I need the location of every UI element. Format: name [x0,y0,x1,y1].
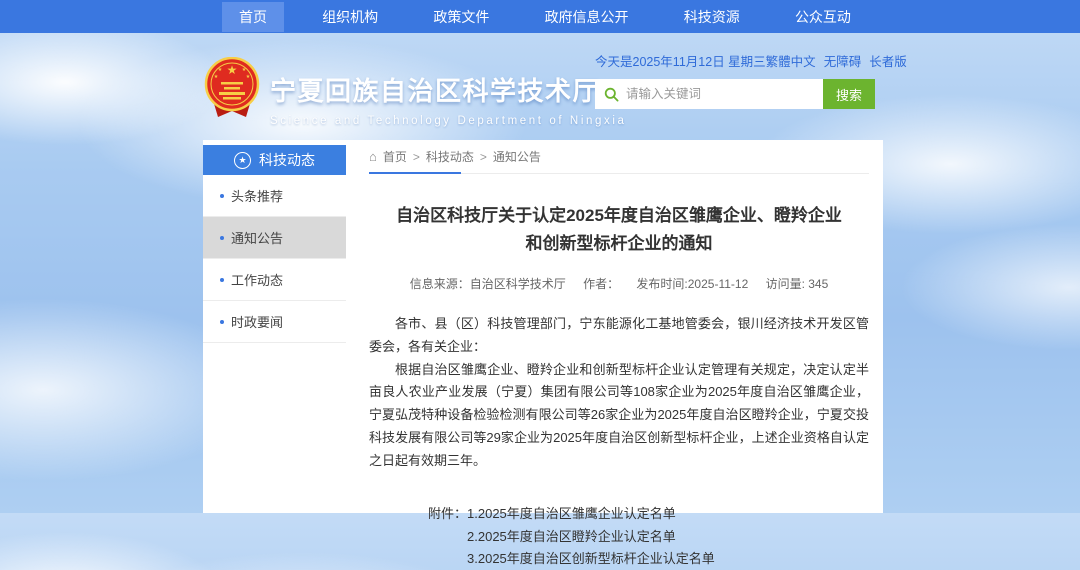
meta-source: 信息来源：自治区科学技术厅 [410,277,566,291]
content-wrapper: ★ 科技动态 头条推荐 通知公告 工作动态 时政要闻 ⌂ 首页 > 科技动态 >… [203,140,883,513]
breadcrumb-home[interactable]: 首页 [383,148,407,165]
site-brand: 宁夏回族自治区科学技术厅 Science and Technology Depa… [270,71,626,127]
svg-text:★: ★ [242,67,247,73]
attachments-list: 1.2025年度自治区雏鹰企业认定名单 2.2025年度自治区瞪羚企业认定名单 … [467,503,715,570]
national-emblem-logo: ★ ★ ★ ★ ★ [204,57,260,121]
emblem-icon: ★ ★ ★ ★ ★ [204,57,260,121]
meta-view-count: 访问量: 345 [766,277,829,291]
article-body: 各市、县（区）科技管理部门，宁东能源化工基地管委会，银川经济技术开发区管委会，各… [369,313,869,472]
search-input[interactable] [626,87,814,101]
nav-item-public-interaction[interactable]: 公众互动 [778,2,868,32]
svg-text:★: ★ [218,67,223,73]
breadcrumb-separator: > [413,150,420,164]
attachments-label: 附件： [428,503,467,570]
breadcrumb: ⌂ 首页 > 科技动态 > 通知公告 [369,140,869,174]
article-title: 自治区科技厅关于认定2025年度自治区雏鹰企业、瞪羚企业 和创新型标杆企业的通知 [369,202,869,258]
sidebar-item-work-trends[interactable]: 工作动态 [203,259,346,301]
attachment-link-1[interactable]: 1.2025年度自治区雏鹰企业认定名单 [467,503,715,525]
nav-item-gov-info-disclosure[interactable]: 政府信息公开 [528,2,646,32]
svg-text:★: ★ [214,74,219,80]
sidebar: ★ 科技动态 头条推荐 通知公告 工作动态 时政要闻 [203,145,346,343]
home-icon: ⌂ [369,150,377,163]
search-button[interactable]: 搜索 [823,79,875,109]
link-elder-version[interactable]: 长者版 [869,51,907,70]
meta-publish-date: 发布时间:2025-11-12 [636,277,748,291]
meta-author: 作者： [583,277,619,291]
quick-links: 繁體中文 无障碍 长者版 [766,51,907,70]
breadcrumb-sci-tech-news[interactable]: 科技动态 [426,148,474,165]
top-nav-items: 首页 组织机构 政策文件 政府信息公开 科技资源 公众互动 [200,0,890,33]
bullet-dot-icon [220,278,224,282]
svg-text:★: ★ [246,74,251,80]
attachments-block: 附件： 1.2025年度自治区雏鹰企业认定名单 2.2025年度自治区瞪羚企业认… [428,503,869,570]
current-date-text: 今天是2025年11月12日 星期三 [595,51,766,70]
article-title-line2: 和创新型标杆企业的通知 [369,230,869,258]
top-nav-bar: 首页 组织机构 政策文件 政府信息公开 科技资源 公众互动 [0,0,1080,33]
article-meta: 信息来源：自治区科学技术厅 作者： 发布时间:2025-11-12 访问量: 3… [369,275,869,292]
sidebar-title: 科技动态 [259,150,315,170]
date-and-links-row: 今天是2025年11月12日 星期三 繁體中文 无障碍 长者版 [595,51,875,70]
sidebar-item-notices[interactable]: 通知公告 [203,217,346,259]
bullet-dot-icon [220,320,224,324]
article-title-line1: 自治区科技厅关于认定2025年度自治区雏鹰企业、瞪羚企业 [369,202,869,230]
nav-item-sci-tech-resources[interactable]: 科技资源 [667,2,757,32]
search-row: 搜索 [595,79,875,109]
sidebar-header: ★ 科技动态 [203,145,346,175]
site-header: ★ ★ ★ ★ ★ 宁夏回族自治区科学技术厅 Science and Techn… [0,33,1080,140]
link-accessibility[interactable]: 无障碍 [824,51,862,70]
link-traditional-chinese[interactable]: 繁體中文 [766,51,816,70]
site-title: 宁夏回族自治区科学技术厅 [270,71,626,108]
attachment-link-3[interactable]: 3.2025年度自治区创新型标杆企业认定名单 [467,548,715,570]
bullet-dot-icon [220,236,224,240]
search-box [595,79,823,109]
svg-text:★: ★ [227,63,238,77]
breadcrumb-separator: > [480,150,487,164]
breadcrumb-notices[interactable]: 通知公告 [493,148,541,165]
header-right: 今天是2025年11月12日 星期三 繁體中文 无障碍 长者版 搜索 [595,51,875,109]
bullet-dot-icon [220,194,224,198]
nav-item-home[interactable]: 首页 [222,2,284,32]
sidebar-item-headline-recommend[interactable]: 头条推荐 [203,175,346,217]
article-paragraph: 各市、县（区）科技管理部门，宁东能源化工基地管委会，银川经济技术开发区管委会，各… [369,313,869,359]
nav-item-organization[interactable]: 组织机构 [305,2,395,32]
sidebar-item-label: 头条推荐 [231,186,283,205]
attachment-link-2[interactable]: 2.2025年度自治区瞪羚企业认定名单 [467,526,715,548]
sidebar-item-political-news[interactable]: 时政要闻 [203,301,346,343]
nav-item-policy-documents[interactable]: 政策文件 [416,2,506,32]
sidebar-item-label: 通知公告 [231,228,283,247]
site-subtitle: Science and Technology Department of Nin… [270,115,626,127]
search-icon [604,87,619,102]
sidebar-item-label: 工作动态 [231,270,283,289]
circled-star-icon: ★ [234,152,251,169]
main-column: ⌂ 首页 > 科技动态 > 通知公告 自治区科技厅关于认定2025年度自治区雏鹰… [355,140,883,570]
article-paragraph: 根据自治区雏鹰企业、瞪羚企业和创新型标杆企业认定管理有关规定，决定认定半亩良人农… [369,359,869,473]
sidebar-item-label: 时政要闻 [231,312,283,331]
